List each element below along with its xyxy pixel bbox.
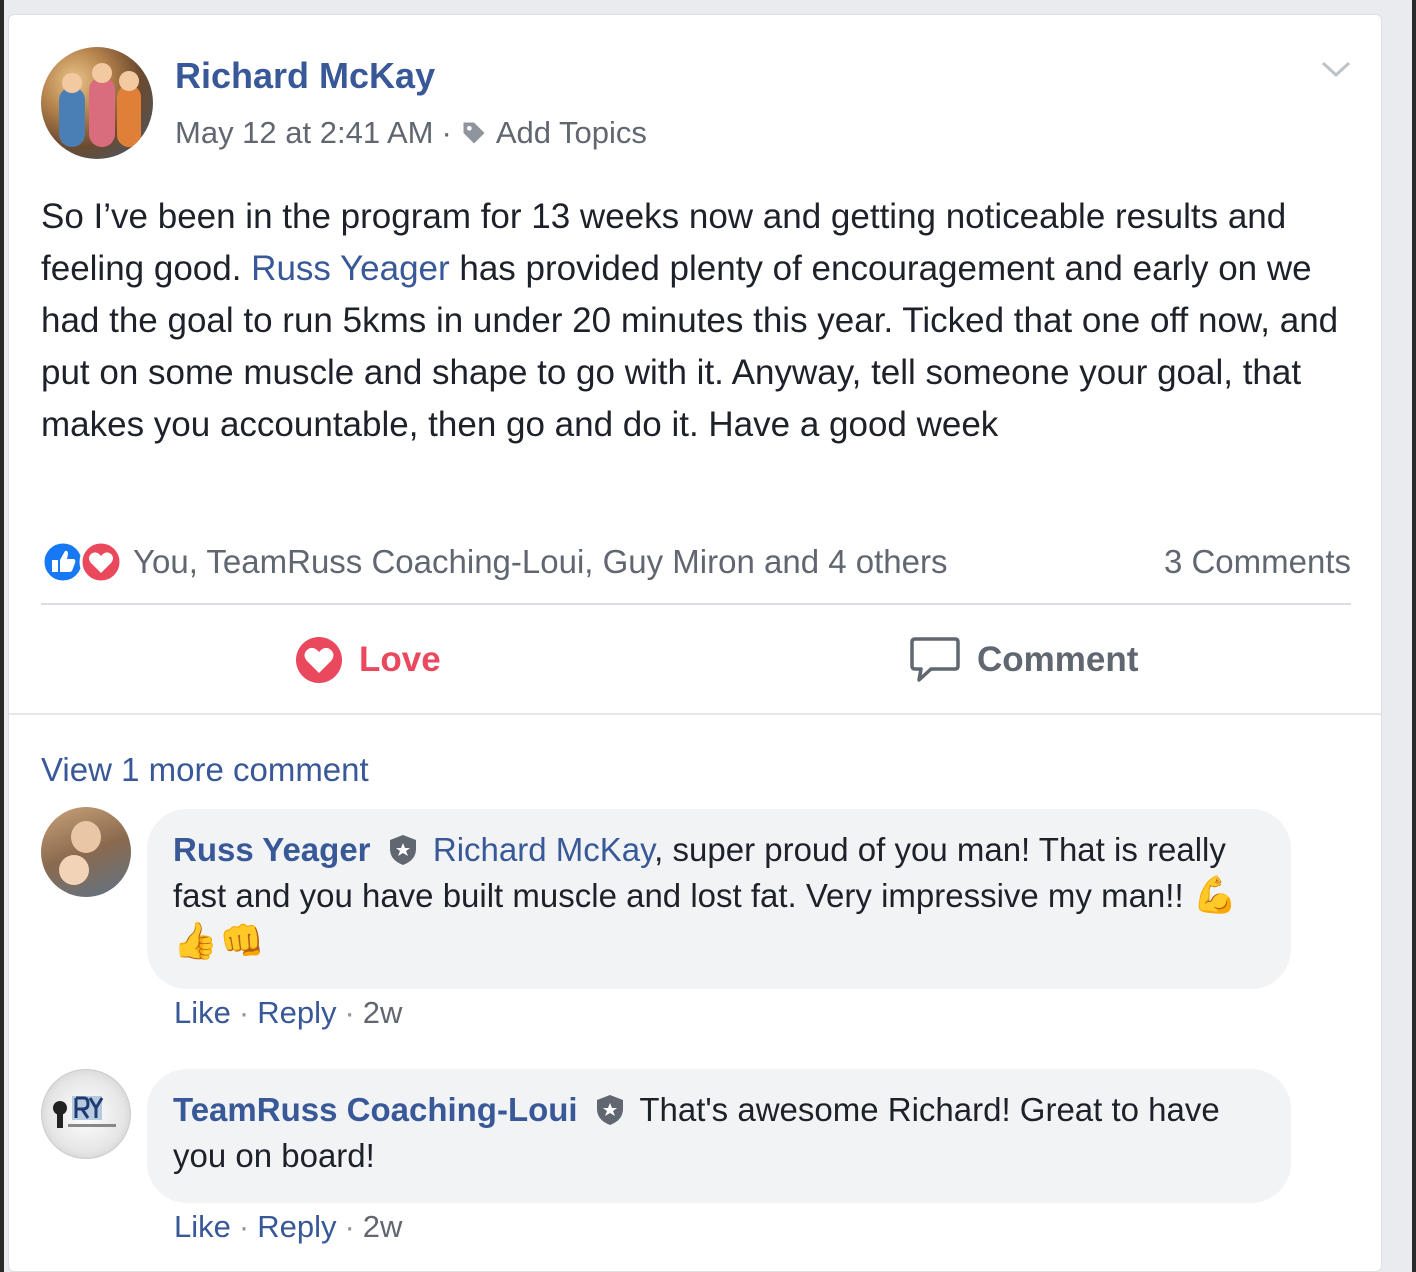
chevron-down-icon[interactable] [1319, 57, 1353, 81]
comment-like-link[interactable]: Like [174, 995, 231, 1031]
love-button[interactable]: Love [293, 629, 441, 691]
love-button-label: Love [359, 640, 441, 679]
admin-badge-icon [596, 1095, 623, 1125]
post-timestamp[interactable]: May 12 at 2:41 AM [175, 115, 433, 151]
heart-icon [296, 637, 342, 683]
view-more-comments-link[interactable]: View 1 more comment [41, 751, 369, 789]
divider [41, 603, 1351, 605]
comment-reply-link[interactable]: Reply [257, 1209, 336, 1245]
comment-like-link[interactable]: Like [174, 1209, 231, 1245]
reaction-names[interactable]: You, TeamRuss Coaching-Loui, Guy Miron a… [133, 543, 1164, 581]
add-topics-link[interactable]: Add Topics [496, 115, 647, 151]
comment-actions: Like · Reply · 2w [174, 1209, 402, 1245]
meta-separator: · [441, 115, 452, 150]
comment-bubble: Russ Yeager Richard McKay, super proud o… [147, 809, 1291, 989]
comments-count-link[interactable]: 3 Comments [1164, 543, 1351, 581]
team-logo-icon [53, 1096, 116, 1128]
commenter-avatar[interactable] [41, 807, 131, 897]
actions-separator: · [238, 995, 250, 1030]
window-border-left [0, 0, 4, 1272]
admin-badge-icon [389, 835, 416, 865]
post-author-name[interactable]: Richard McKay [175, 55, 435, 97]
comment-author-name[interactable]: TeamRuss Coaching-Loui [173, 1091, 578, 1128]
commenter-avatar[interactable] [41, 1069, 131, 1159]
reaction-icons[interactable] [41, 540, 123, 584]
post-meta: May 12 at 2:41 AM · Add Topics [175, 115, 647, 151]
comment-mention-link[interactable]: Richard McKay [433, 831, 654, 868]
comment-timestamp[interactable]: 2w [363, 1209, 403, 1245]
post-card: Richard McKay May 12 at 2:41 AM · Add To… [8, 14, 1382, 1272]
window-border-right [1412, 0, 1416, 1272]
post-mention-link[interactable]: Russ Yeager [251, 249, 449, 288]
actions-separator: · [344, 995, 355, 1030]
comment-button-label: Comment [977, 640, 1139, 679]
love-icon [79, 540, 123, 584]
comment-timestamp[interactable]: 2w [363, 995, 403, 1031]
post-body: So I’ve been in the program for 13 weeks… [41, 191, 1361, 451]
reactions-summary-row: You, TeamRuss Coaching-Loui, Guy Miron a… [41, 537, 1351, 587]
comment-bubble: TeamRuss Coaching-Loui That's awesome Ri… [147, 1069, 1291, 1203]
tag-icon [463, 122, 485, 144]
actions-separator: · [238, 1209, 250, 1244]
comment-button[interactable]: Comment [909, 629, 1138, 691]
comment-reply-link[interactable]: Reply [257, 995, 336, 1031]
divider [9, 713, 1381, 715]
comment-actions: Like · Reply · 2w [174, 995, 402, 1031]
actions-separator: · [344, 1209, 355, 1244]
author-avatar[interactable] [41, 47, 153, 159]
speech-bubble-icon [910, 637, 960, 682]
post-action-bar: Love Comment [9, 611, 1381, 711]
comment-author-name[interactable]: Russ Yeager [173, 831, 371, 868]
